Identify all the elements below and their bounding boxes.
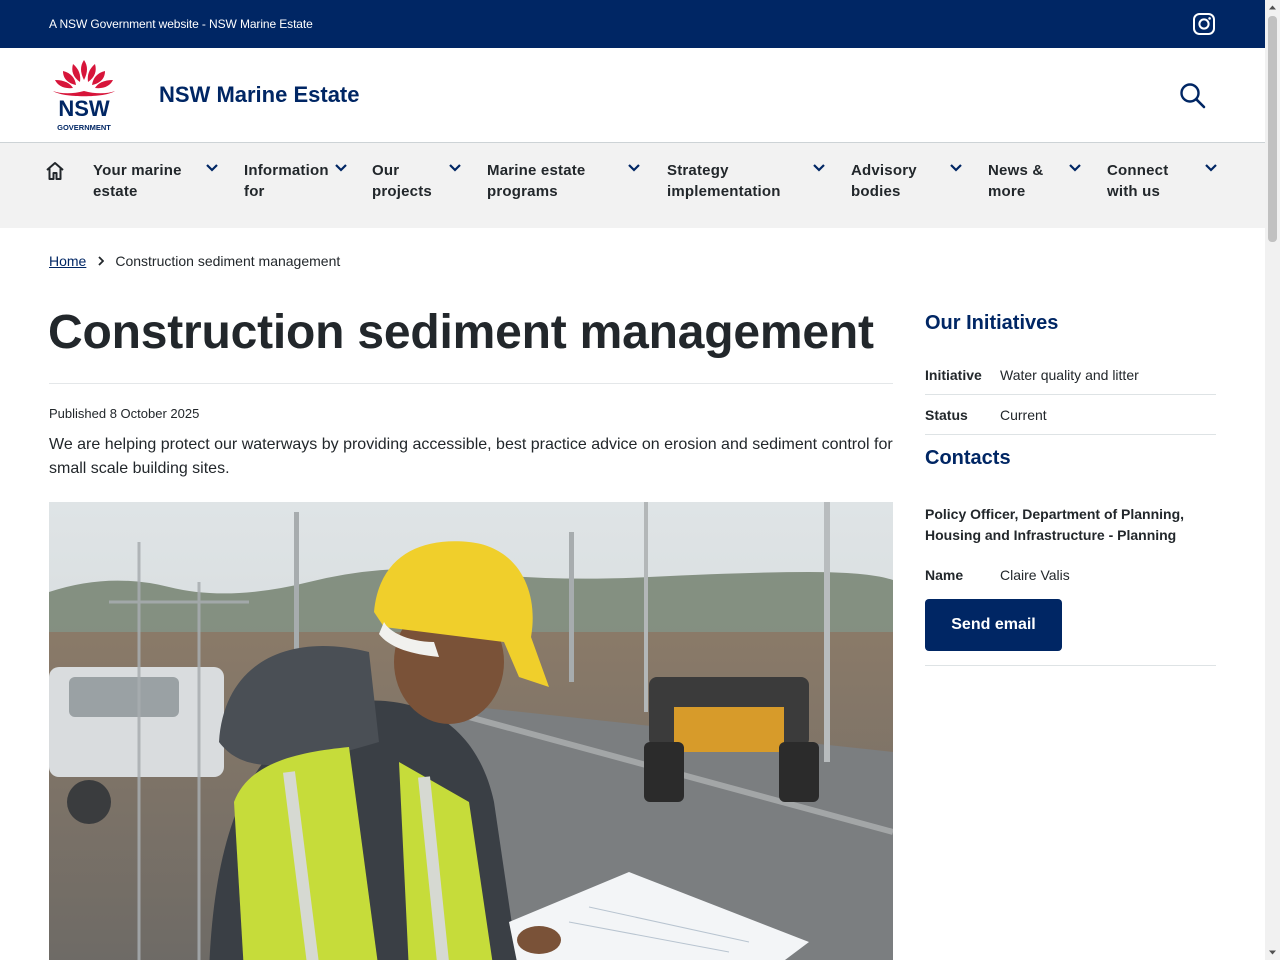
- page: A NSW Government website - NSW Marine Es…: [0, 0, 1265, 960]
- nav-label: Your marine: [93, 162, 182, 179]
- name-row: Name Claire Valis: [925, 563, 1216, 587]
- status-value: Current: [1000, 406, 1047, 423]
- chevron-down-icon[interactable]: [206, 164, 218, 172]
- chevron-down-icon[interactable]: [335, 164, 347, 172]
- nav-label: projects: [372, 183, 432, 200]
- nav-label: implementation: [667, 183, 781, 200]
- breadcrumb-current: Construction sediment management: [115, 253, 341, 269]
- nav-item-our-projects[interactable]: Our projects: [372, 160, 432, 202]
- divider: [49, 383, 893, 384]
- nav-label: Our: [372, 162, 400, 179]
- nav-item-marine-estate-programs[interactable]: Marine estate programs: [487, 160, 585, 202]
- intro-text: We are helping protect our waterways by …: [49, 436, 893, 477]
- status-row: Status Current: [925, 395, 1216, 435]
- nav-item-information-for[interactable]: Information for: [244, 160, 329, 202]
- initiative-row: Initiative Water quality and litter: [925, 355, 1216, 395]
- status-label: Status: [925, 406, 968, 423]
- initiatives-title: Our Initiatives: [925, 312, 1059, 334]
- nav-item-news-and-more[interactable]: News & more: [988, 160, 1043, 202]
- initiative-value: Water quality and litter: [1000, 366, 1139, 383]
- masthead-text: A NSW Government website - NSW Marine Es…: [49, 17, 313, 31]
- published-date: Published 8 October 2025: [49, 406, 200, 421]
- page-title: Construction sediment management: [48, 306, 874, 359]
- nav-label: bodies: [851, 183, 901, 200]
- nav-item-connect-with-us[interactable]: Connect with us: [1107, 160, 1168, 202]
- contact-role: Policy Officer, Department of Planning, …: [925, 506, 1185, 543]
- nav-item-strategy-implementation[interactable]: Strategy implementation: [667, 160, 781, 202]
- contacts-title: Contacts: [925, 447, 1011, 469]
- nav-label: Connect: [1107, 162, 1169, 179]
- scroll-down-arrow-icon[interactable]: [1268, 948, 1277, 957]
- chevron-down-icon[interactable]: [1205, 164, 1217, 172]
- scrollbar[interactable]: [1265, 0, 1280, 960]
- send-email-button[interactable]: Send email: [925, 599, 1062, 651]
- chevron-down-icon[interactable]: [1069, 164, 1081, 172]
- chevron-down-icon[interactable]: [813, 164, 825, 172]
- breadcrumb-home-link[interactable]: Home: [49, 253, 86, 269]
- name-value: Claire Valis: [1000, 567, 1070, 583]
- chevron-right-icon: [98, 256, 105, 266]
- nav-label: for: [244, 183, 265, 200]
- site-header: NSW GOVERNMENT NSW Marine Estate: [0, 48, 1265, 143]
- nav-item-advisory-bodies[interactable]: Advisory bodies: [851, 160, 917, 202]
- search-icon[interactable]: [1179, 82, 1207, 110]
- nav-label: with us: [1107, 183, 1161, 200]
- chevron-down-icon[interactable]: [628, 164, 640, 172]
- site-title[interactable]: NSW Marine Estate: [159, 82, 360, 108]
- logo-subtext: GOVERNMENT: [57, 123, 111, 132]
- nav-label: estate: [93, 183, 138, 200]
- nav-label: Advisory: [851, 162, 917, 179]
- logo-text: NSW: [58, 96, 110, 121]
- sidebar: Our Initiatives Initiative Water quality…: [925, 312, 1216, 666]
- chevron-down-icon[interactable]: [449, 164, 461, 172]
- masthead: A NSW Government website - NSW Marine Es…: [0, 0, 1265, 48]
- nav-label: News &: [988, 162, 1044, 179]
- nav-label: Information: [244, 162, 329, 179]
- initiative-label: Initiative: [925, 366, 982, 383]
- nav-item-your-marine-estate[interactable]: Your marine estate: [93, 160, 182, 202]
- chevron-down-icon[interactable]: [950, 164, 962, 172]
- nav-label: Strategy: [667, 162, 729, 179]
- nsw-government-logo[interactable]: NSW GOVERNMENT: [49, 58, 119, 134]
- nav-label: Marine estate: [487, 162, 586, 179]
- divider: [925, 665, 1216, 666]
- scroll-up-arrow-icon[interactable]: [1268, 3, 1277, 12]
- name-label: Name: [925, 567, 964, 583]
- main-nav: Your marine estate Information for Our p…: [0, 143, 1265, 228]
- breadcrumb: Home Construction sediment management: [49, 253, 340, 269]
- scrollbar-thumb[interactable]: [1268, 16, 1277, 242]
- home-icon[interactable]: [44, 160, 66, 182]
- nav-label: more: [988, 183, 1026, 200]
- hero-image: [49, 502, 893, 960]
- instagram-icon[interactable]: [1192, 12, 1216, 36]
- nav-label: programs: [487, 183, 558, 200]
